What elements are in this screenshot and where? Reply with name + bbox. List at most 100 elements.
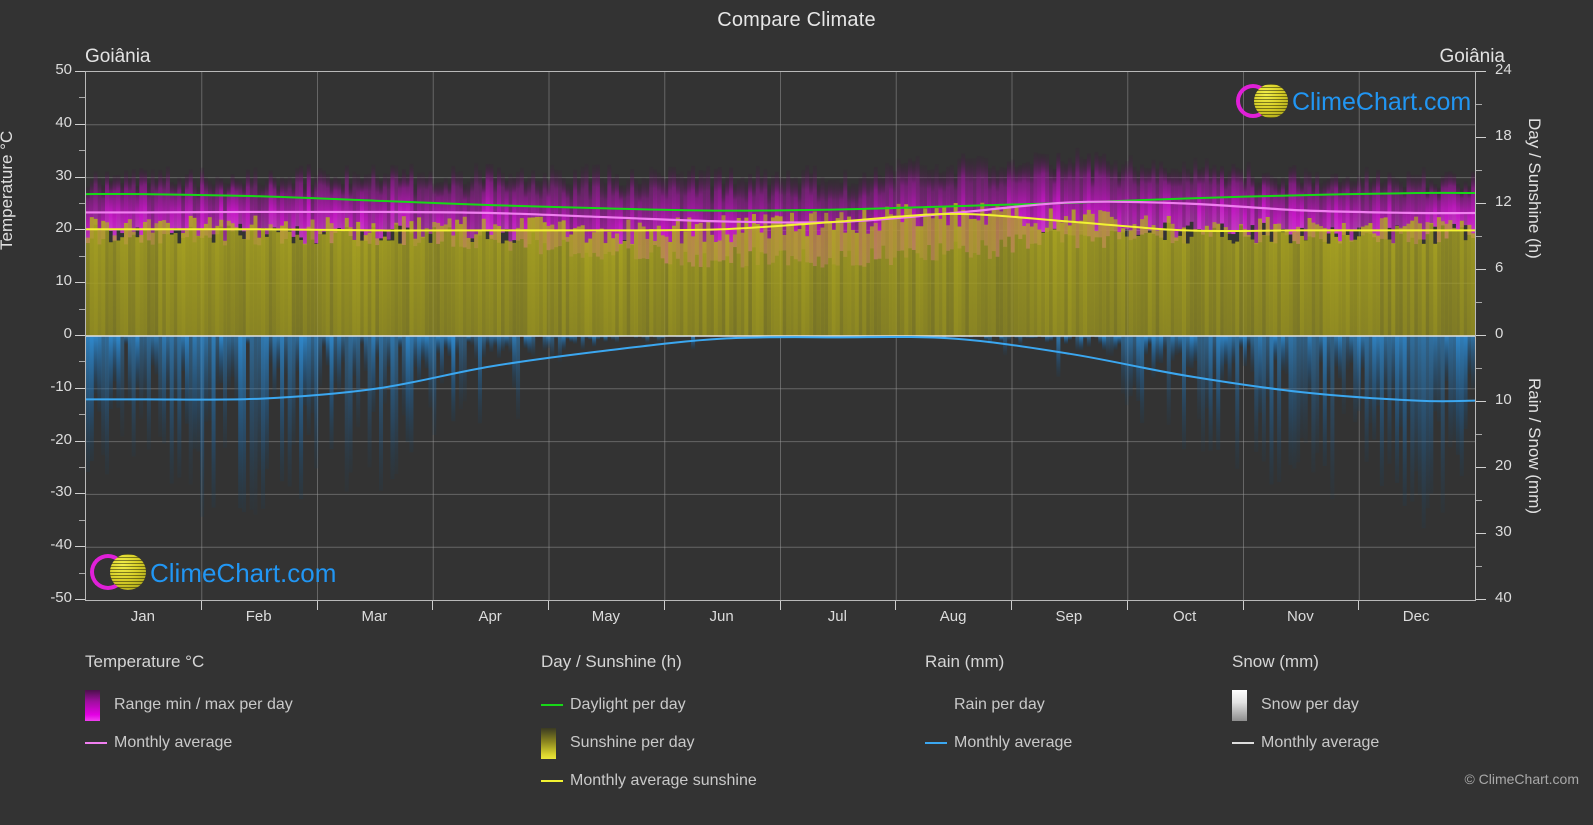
x-tick-label-month: Oct xyxy=(1172,608,1197,625)
y-tick-label-temperature: -30 xyxy=(50,483,72,501)
y-tick-label-day-sunshine: 0 xyxy=(1495,325,1504,342)
legend-label: Daylight per day xyxy=(570,696,686,713)
y-tick-mark-rain-snow xyxy=(1476,599,1486,600)
y-tick-minor-day-sunshine xyxy=(1476,104,1482,105)
y-tick-label-day-sunshine: 6 xyxy=(1495,259,1504,276)
legend-item[interactable]: Monthly average sunshine xyxy=(541,762,757,800)
y-axis-title-temperature: Temperature °C xyxy=(0,130,16,250)
x-tick-label-month: Nov xyxy=(1287,608,1314,625)
x-tick-label-month: Jul xyxy=(827,608,847,625)
x-tick-mark-month xyxy=(1011,601,1012,610)
legend-swatch-rain xyxy=(925,690,940,721)
x-tick-mark-month xyxy=(1126,601,1128,610)
legend-item[interactable]: Monthly average xyxy=(1232,724,1379,762)
legend-title-rain: Rain (mm) xyxy=(925,652,1005,671)
climate-chart-page: Compare Climate Goiânia Goiânia Temperat… xyxy=(0,0,1593,825)
x-tick-label-month: Feb xyxy=(245,608,272,625)
y-tick-label-temperature: 40 xyxy=(55,113,72,131)
legend-item[interactable]: Daylight per day xyxy=(541,686,757,724)
y-tick-label-temperature: 50 xyxy=(55,61,72,78)
logo-sphere-icon xyxy=(1254,84,1288,118)
y-tick-mark-temperature xyxy=(75,176,85,178)
legend-item[interactable]: Snow per day xyxy=(1232,686,1379,724)
legend-label: Monthly average xyxy=(954,734,1073,751)
legend-day-sunshine: Day / Sunshine (h) Daylight per day Suns… xyxy=(541,652,757,800)
y-tick-mark-day-sunshine xyxy=(1476,335,1486,336)
y-tick-mark-temperature xyxy=(75,123,85,125)
legend-line-daylight xyxy=(541,704,563,706)
x-tick-mark-month xyxy=(432,601,434,610)
legend-line-sunshine-average xyxy=(541,780,563,782)
legend-temperature: Temperature °C Range min / max per day M… xyxy=(85,652,293,762)
legend-label: Sunshine per day xyxy=(570,734,695,751)
y-tick-minor-rain-snow xyxy=(1476,500,1482,501)
watermark-logo-top: ClimeChart.com xyxy=(1236,80,1471,124)
legend-label: Rain per day xyxy=(954,696,1045,713)
y-tick-mark-day-sunshine xyxy=(1476,269,1486,270)
y-tick-minor-day-sunshine xyxy=(1476,170,1482,171)
x-tick-label-month: Sep xyxy=(1055,608,1083,625)
page-title: Compare Climate xyxy=(717,9,876,31)
y-tick-mark-rain-snow xyxy=(1476,401,1486,402)
x-tick-mark-month xyxy=(663,601,665,610)
legend-label: Snow per day xyxy=(1261,696,1359,713)
y-tick-label-day-sunshine: 24 xyxy=(1495,61,1512,78)
y-tick-label-temperature: 20 xyxy=(55,219,72,237)
y-tick-mark-day-sunshine xyxy=(1476,71,1486,72)
y-tick-label-temperature: -20 xyxy=(50,430,72,448)
y-tick-label-temperature: -10 xyxy=(50,377,72,395)
x-tick-label-month: Dec xyxy=(1402,608,1430,625)
x-tick-label-month: Jun xyxy=(709,608,734,625)
y-tick-mark-temperature xyxy=(75,599,85,600)
legend-label: Monthly average sunshine xyxy=(570,772,757,789)
y-tick-label-temperature: 10 xyxy=(55,272,72,290)
x-tick-label-month: Apr xyxy=(478,608,502,625)
y-tick-mark-temperature xyxy=(75,387,85,389)
y-tick-mark-temperature xyxy=(75,282,85,284)
x-tick-label-month: May xyxy=(591,608,621,625)
chart-plot-area[interactable] xyxy=(85,71,1476,601)
legend-label: Range min / max per day xyxy=(114,696,293,713)
x-tick-label-month: Aug xyxy=(939,608,967,625)
copyright-notice: © ClimeChart.com xyxy=(1464,771,1579,787)
y-tick-label-rain-snow: 10 xyxy=(1495,391,1512,408)
legend-title-snow: Snow (mm) xyxy=(1232,652,1319,671)
legend-swatch-sunshine xyxy=(541,727,556,759)
x-tick-mark-month xyxy=(1242,601,1244,610)
y-tick-minor-day-sunshine xyxy=(1476,236,1482,237)
x-tick-label-month: Jan xyxy=(130,608,155,625)
watermark-logo-bottom: ClimeChart.com xyxy=(90,550,336,596)
chart-canvas xyxy=(86,72,1475,600)
y-tick-mark-day-sunshine xyxy=(1476,137,1486,138)
y-tick-mark-temperature xyxy=(75,493,85,495)
y-tick-label-rain-snow: 20 xyxy=(1495,457,1512,474)
legend-swatch-temperature-range xyxy=(85,689,100,721)
y-tick-mark-temperature xyxy=(75,71,85,72)
legend-item[interactable]: Sunshine per day xyxy=(541,724,757,762)
y-tick-label-temperature: 0 xyxy=(63,325,72,342)
legend-swatch-snow xyxy=(1232,689,1247,721)
y-tick-mark-day-sunshine xyxy=(1476,203,1486,204)
x-tick-mark-month xyxy=(895,601,897,610)
logo-sphere-icon xyxy=(110,554,146,590)
y-tick-mark-temperature xyxy=(75,229,85,231)
x-tick-mark-month xyxy=(316,601,318,610)
y-tick-mark-rain-snow xyxy=(1476,533,1486,534)
legend-item[interactable]: Monthly average xyxy=(925,724,1072,762)
legend-item[interactable]: Monthly average xyxy=(85,724,293,762)
legend-line-temperature-average xyxy=(85,742,107,744)
legend-item[interactable]: Range min / max per day xyxy=(85,686,293,724)
y-tick-mark-temperature xyxy=(75,335,85,336)
y-tick-minor-rain-snow xyxy=(1476,566,1482,567)
legend-snow: Snow (mm) Snow per day Monthly average xyxy=(1232,652,1379,762)
legend-item[interactable]: Rain per day xyxy=(925,686,1072,724)
y-tick-minor-rain-snow xyxy=(1476,368,1482,369)
legend-rain: Rain (mm) Rain per day Monthly average xyxy=(925,652,1072,762)
y-tick-mark-rain-snow xyxy=(1476,467,1486,468)
watermark-text-top: ClimeChart.com xyxy=(1292,87,1472,116)
y-tick-label-rain-snow: 40 xyxy=(1495,589,1512,606)
legend-line-snow-average xyxy=(1232,742,1254,744)
y-tick-label-rain-snow: 30 xyxy=(1495,523,1512,540)
y-tick-label-temperature: 30 xyxy=(55,166,72,184)
legend-title-temperature: Temperature °C xyxy=(85,652,205,671)
